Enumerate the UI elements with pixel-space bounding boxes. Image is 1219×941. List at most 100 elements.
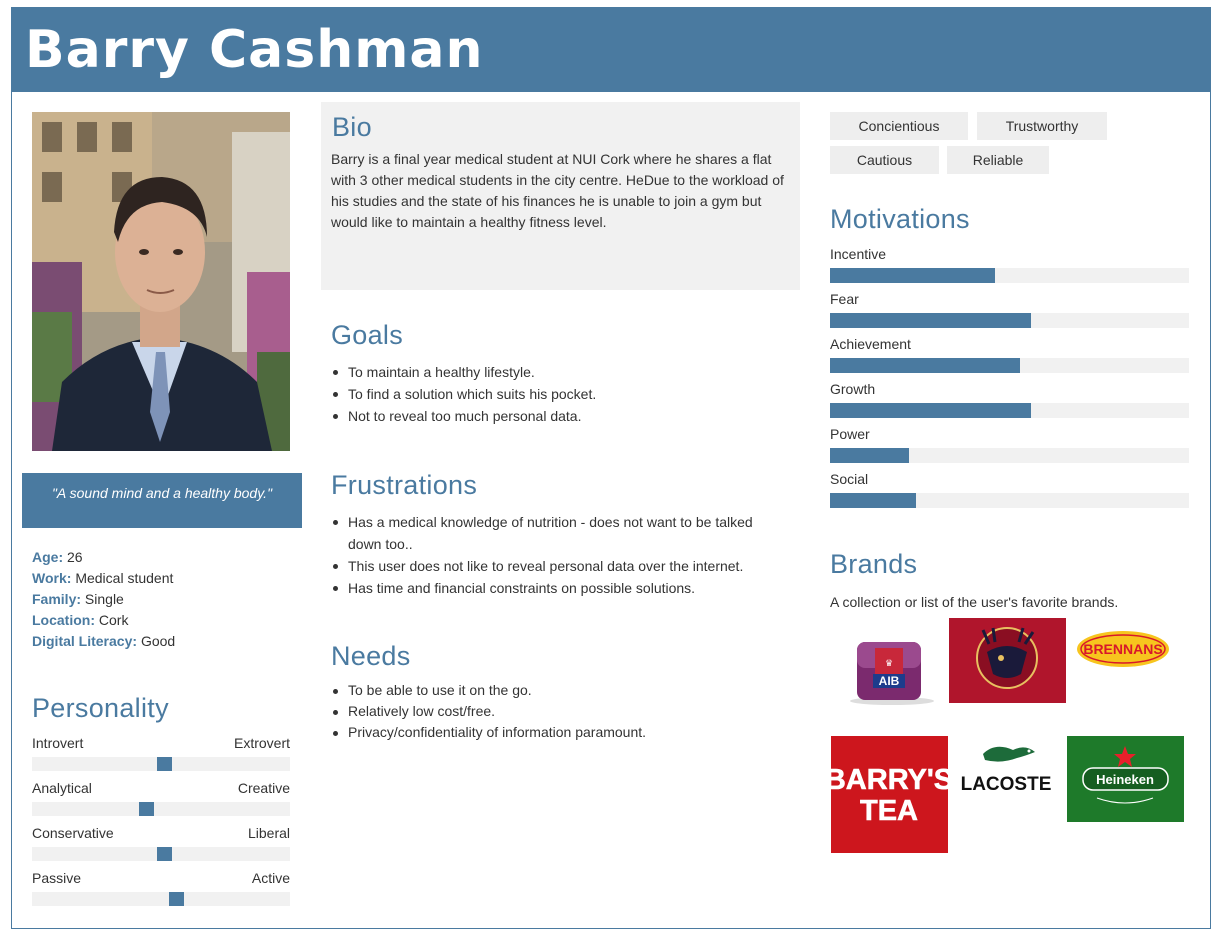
motivation-label: Achievement [830, 336, 911, 352]
heineken-text: Heineken [1096, 772, 1154, 787]
needs-title: Needs [331, 641, 411, 671]
motivation-label: Power [830, 426, 870, 442]
slider-track [32, 892, 290, 906]
brennans-logo: BRENNANS [1075, 627, 1173, 671]
slider-knob [169, 892, 185, 906]
motivation-track [830, 313, 1189, 328]
motivation-track [830, 448, 1189, 463]
header-bar: Barry Cashman [12, 8, 1210, 92]
personality-slider: Passive Active [32, 870, 290, 915]
motivation-label: Social [830, 471, 869, 487]
personality-slider: Introvert Extrovert [32, 735, 290, 780]
fact-label: Digital Literacy [32, 633, 133, 649]
motivation-fill [830, 403, 1032, 418]
motivation-bar: Social [830, 471, 1189, 516]
trait-tag: Reliable [947, 146, 1049, 174]
motivations-title: Motivations [830, 204, 970, 234]
aib-text: AIB [879, 674, 900, 688]
fact-digital-literacy: Digital Literacy: Good [32, 633, 176, 649]
motivation-bar: Fear [830, 291, 1189, 336]
fact-label: Location [32, 612, 91, 628]
fact-value: Medical student [75, 570, 174, 586]
motivation-label: Incentive [830, 246, 887, 262]
motivation-label: Fear [830, 291, 859, 307]
slider-knob [156, 847, 172, 861]
personality-slider: Analytical Creative [32, 780, 290, 825]
motivation-fill [830, 313, 1032, 328]
lacoste-text: LACOSTE [961, 774, 1052, 795]
motivation-track [830, 358, 1189, 373]
lacoste-logo: LACOSTE [955, 740, 1058, 798]
personality-slider: Conservative Liberal [32, 825, 290, 870]
persona-quote: "A sound mind and a healthy body." [51, 485, 273, 501]
motivation-track [830, 493, 1189, 508]
frustration-item: This user does not like to reveal person… [331, 555, 776, 577]
trait-tag: Cautious [830, 146, 939, 174]
aib-logo: ♛ AIB [845, 640, 940, 706]
persona-name: Barry Cashman [25, 20, 484, 80]
motivation-bar: Growth [830, 381, 1189, 426]
fact-family: Family: Single [32, 591, 124, 607]
needs-section: Needs To be able to use it on the go. Re… [331, 641, 801, 743]
heineken-logo: Heineken [1067, 736, 1184, 822]
slider-track [32, 757, 290, 771]
fact-age: Age: 26 [32, 549, 83, 565]
munster-logo [949, 618, 1066, 703]
slider-knob [138, 802, 154, 816]
slider-right-label: Extrovert [233, 735, 290, 751]
slider-knob [156, 757, 172, 771]
svg-text:♛: ♛ [885, 658, 893, 668]
motivation-track [830, 268, 1189, 283]
fact-value: Single [84, 591, 124, 607]
slider-left-label: Introvert [32, 735, 84, 751]
motivation-fill [830, 358, 1021, 373]
goals-section: Goals To maintain a healthy lifestyle. T… [331, 320, 801, 427]
slider-left-label: Conservative [32, 825, 114, 841]
motivation-bar: Power [830, 426, 1189, 471]
brennans-text: BRENNANS [1083, 641, 1162, 657]
fact-label: Age [32, 549, 59, 565]
frustrations-title: Frustrations [331, 470, 478, 500]
goal-item: To find a solution which suits his pocke… [331, 383, 801, 405]
persona-photo [32, 112, 290, 451]
need-item: Relatively low cost/free. [331, 701, 801, 722]
slider-track [32, 802, 290, 816]
goals-title: Goals [331, 320, 404, 350]
need-item: To be able to use it on the go. [331, 680, 801, 701]
fact-work: Work: Medical student [32, 570, 174, 586]
bio-title: Bio [332, 112, 372, 142]
slider-left-label: Passive [32, 870, 82, 886]
slider-right-label: Active [251, 870, 290, 886]
motivation-track [830, 403, 1189, 418]
fact-label: Family [32, 591, 77, 607]
slider-right-label: Liberal [247, 825, 290, 841]
motivation-fill [830, 493, 917, 508]
bio-text: Barry is a final year medical student at… [331, 151, 784, 230]
motivation-fill [830, 268, 996, 283]
frustration-item: Has a medical knowledge of nutrition - d… [331, 511, 776, 555]
barrys-line2: TEA [860, 795, 918, 827]
need-item: Privacy/confidentiality of information p… [331, 722, 801, 743]
bio-panel: Bio Barry is a final year medical studen… [321, 102, 800, 290]
quote-banner: "A sound mind and a healthy body." [22, 473, 302, 528]
personality-title: Personality [32, 693, 169, 723]
fact-value: Cork [98, 612, 129, 628]
brands-title: Brands [830, 549, 918, 579]
goal-item: To maintain a healthy lifestyle. [331, 361, 801, 383]
slider-right-label: Creative [237, 780, 290, 796]
fact-value: 26 [67, 549, 83, 565]
goal-item: Not to reveal too much personal data. [331, 405, 801, 427]
motivation-label: Growth [830, 381, 876, 397]
fact-value: Good [140, 633, 176, 649]
frustrations-section: Frustrations Has a medical knowledge of … [331, 470, 801, 599]
fact-location: Location: Cork [32, 612, 129, 628]
barrys-tea-logo: BARRY'S TEA [831, 736, 948, 853]
fact-label: Work [32, 570, 67, 586]
frustration-item: Has time and financial constraints on po… [331, 577, 776, 599]
slider-track [32, 847, 290, 861]
motivation-bar: Achievement [830, 336, 1189, 381]
motivation-bar: Incentive [830, 246, 1189, 291]
trait-tag: Trustworthy [977, 112, 1107, 140]
trait-tag: Concientious [830, 112, 968, 140]
motivation-fill [830, 448, 909, 463]
